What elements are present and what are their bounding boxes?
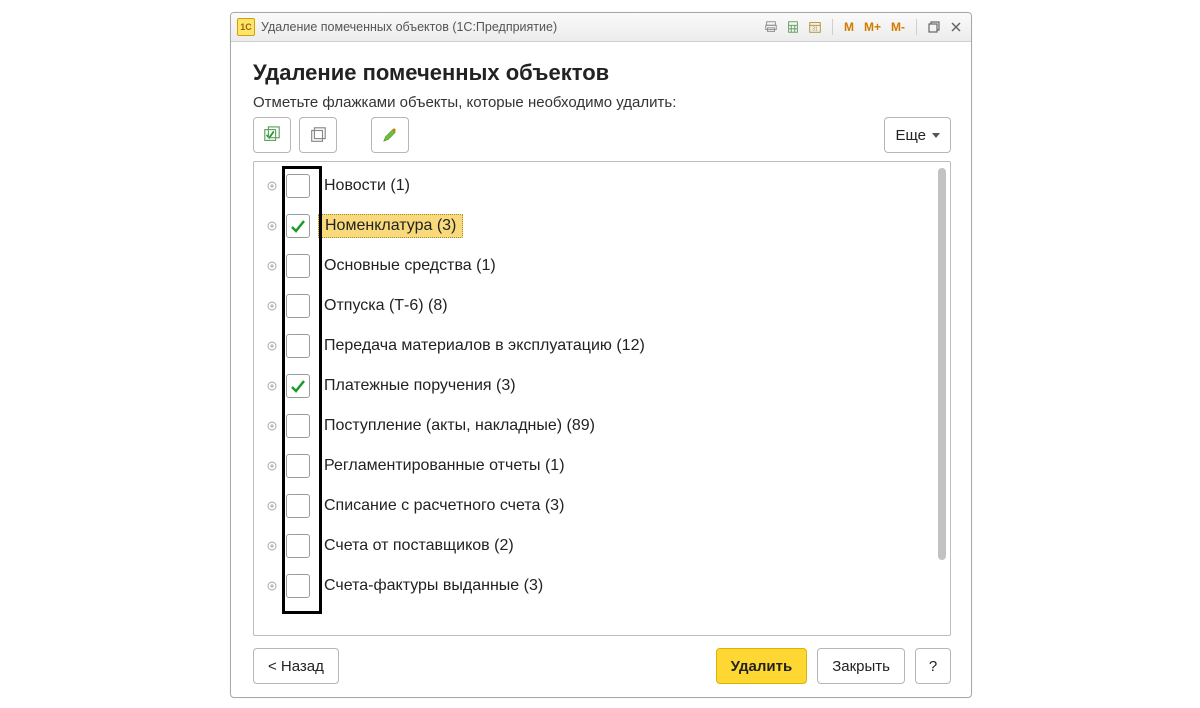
list-item[interactable]: Списание с расчетного счета (3)	[260, 486, 932, 526]
app-logo-icon: 1C	[237, 18, 255, 36]
expand-icon[interactable]	[266, 540, 278, 552]
item-checkbox[interactable]	[286, 334, 310, 358]
more-button-label: Еще	[895, 127, 926, 144]
window-title: Удаление помеченных объектов (1С:Предпри…	[261, 20, 557, 34]
memory-m-button[interactable]: M	[841, 18, 857, 36]
object-list: Новости (1) Номенклатура (3) Основные сред…	[253, 161, 951, 636]
list-item[interactable]: Передача материалов в эксплуатацию (12)	[260, 326, 932, 366]
list-item[interactable]: Счета от поставщиков (2)	[260, 526, 932, 566]
expand-icon[interactable]	[266, 300, 278, 312]
scroll-thumb[interactable]	[938, 168, 946, 560]
expand-icon[interactable]	[266, 420, 278, 432]
delete-button[interactable]: Удалить	[716, 648, 808, 684]
list-item[interactable]: Поступление (акты, накладные) (89)	[260, 406, 932, 446]
close-button[interactable]: Закрыть	[817, 648, 905, 684]
window-restore-icon[interactable]	[925, 18, 943, 36]
expand-icon[interactable]	[266, 460, 278, 472]
item-label: Списание с расчетного счета (3)	[318, 495, 570, 517]
item-checkbox[interactable]	[286, 374, 310, 398]
hint-text: Отметьте флажками объекты, которые необх…	[253, 94, 951, 111]
item-label: Регламентированные отчеты (1)	[318, 455, 571, 477]
calculator-icon[interactable]	[784, 18, 802, 36]
item-checkbox[interactable]	[286, 494, 310, 518]
item-checkbox[interactable]	[286, 254, 310, 278]
item-label: Номенклатура (3)	[318, 214, 463, 238]
item-label: Новости (1)	[318, 175, 416, 197]
toolbar: Еще	[253, 117, 951, 153]
more-button[interactable]: Еще	[884, 117, 951, 153]
footer: < Назад Удалить Закрыть ?	[253, 636, 951, 684]
memory-mplus-button[interactable]: M+	[861, 18, 884, 36]
scrollbar[interactable]	[938, 168, 946, 629]
item-label: Основные средства (1)	[318, 255, 502, 277]
memory-mminus-button[interactable]: M-	[888, 18, 908, 36]
back-button[interactable]: < Назад	[253, 648, 339, 684]
item-label: Счета-фактуры выданные (3)	[318, 575, 549, 597]
item-checkbox[interactable]	[286, 454, 310, 478]
titlebar: 1C Удаление помеченных объектов (1С:Пред…	[231, 13, 971, 42]
item-label: Счета от поставщиков (2)	[318, 535, 520, 557]
print-icon[interactable]	[762, 18, 780, 36]
item-label: Платежные поручения (3)	[318, 375, 522, 397]
calendar-icon[interactable]: 31	[806, 18, 824, 36]
expand-icon[interactable]	[266, 340, 278, 352]
expand-icon[interactable]	[266, 260, 278, 272]
item-checkbox[interactable]	[286, 294, 310, 318]
page-title: Удаление помеченных объектов	[253, 60, 951, 86]
list-item[interactable]: Новости (1)	[260, 166, 932, 206]
item-checkbox[interactable]	[286, 534, 310, 558]
item-label: Отпуска (Т-6) (8)	[318, 295, 454, 317]
edit-button[interactable]	[371, 117, 409, 153]
dialog-window: 1C Удаление помеченных объектов (1С:Пред…	[230, 12, 972, 698]
list-item[interactable]: Платежные поручения (3)	[260, 366, 932, 406]
list-item[interactable]: Регламентированные отчеты (1)	[260, 446, 932, 486]
list-item[interactable]: Основные средства (1)	[260, 246, 932, 286]
item-checkbox[interactable]	[286, 174, 310, 198]
item-label: Поступление (акты, накладные) (89)	[318, 415, 601, 437]
expand-icon[interactable]	[266, 580, 278, 592]
list-item[interactable]: Отпуска (Т-6) (8)	[260, 286, 932, 326]
window-close-icon[interactable]	[947, 18, 965, 36]
list-item[interactable]: Счета-фактуры выданные (3)	[260, 566, 932, 606]
svg-text:31: 31	[812, 27, 818, 33]
help-button[interactable]: ?	[915, 648, 951, 684]
uncheck-all-button[interactable]	[299, 117, 337, 153]
check-all-button[interactable]	[253, 117, 291, 153]
item-label: Передача материалов в эксплуатацию (12)	[318, 335, 651, 357]
item-checkbox[interactable]	[286, 574, 310, 598]
expand-icon[interactable]	[266, 180, 278, 192]
item-checkbox[interactable]	[286, 414, 310, 438]
chevron-down-icon	[932, 133, 940, 138]
expand-icon[interactable]	[266, 220, 278, 232]
expand-icon[interactable]	[266, 380, 278, 392]
list-item[interactable]: Номенклатура (3)	[260, 206, 932, 246]
expand-icon[interactable]	[266, 500, 278, 512]
item-checkbox[interactable]	[286, 214, 310, 238]
